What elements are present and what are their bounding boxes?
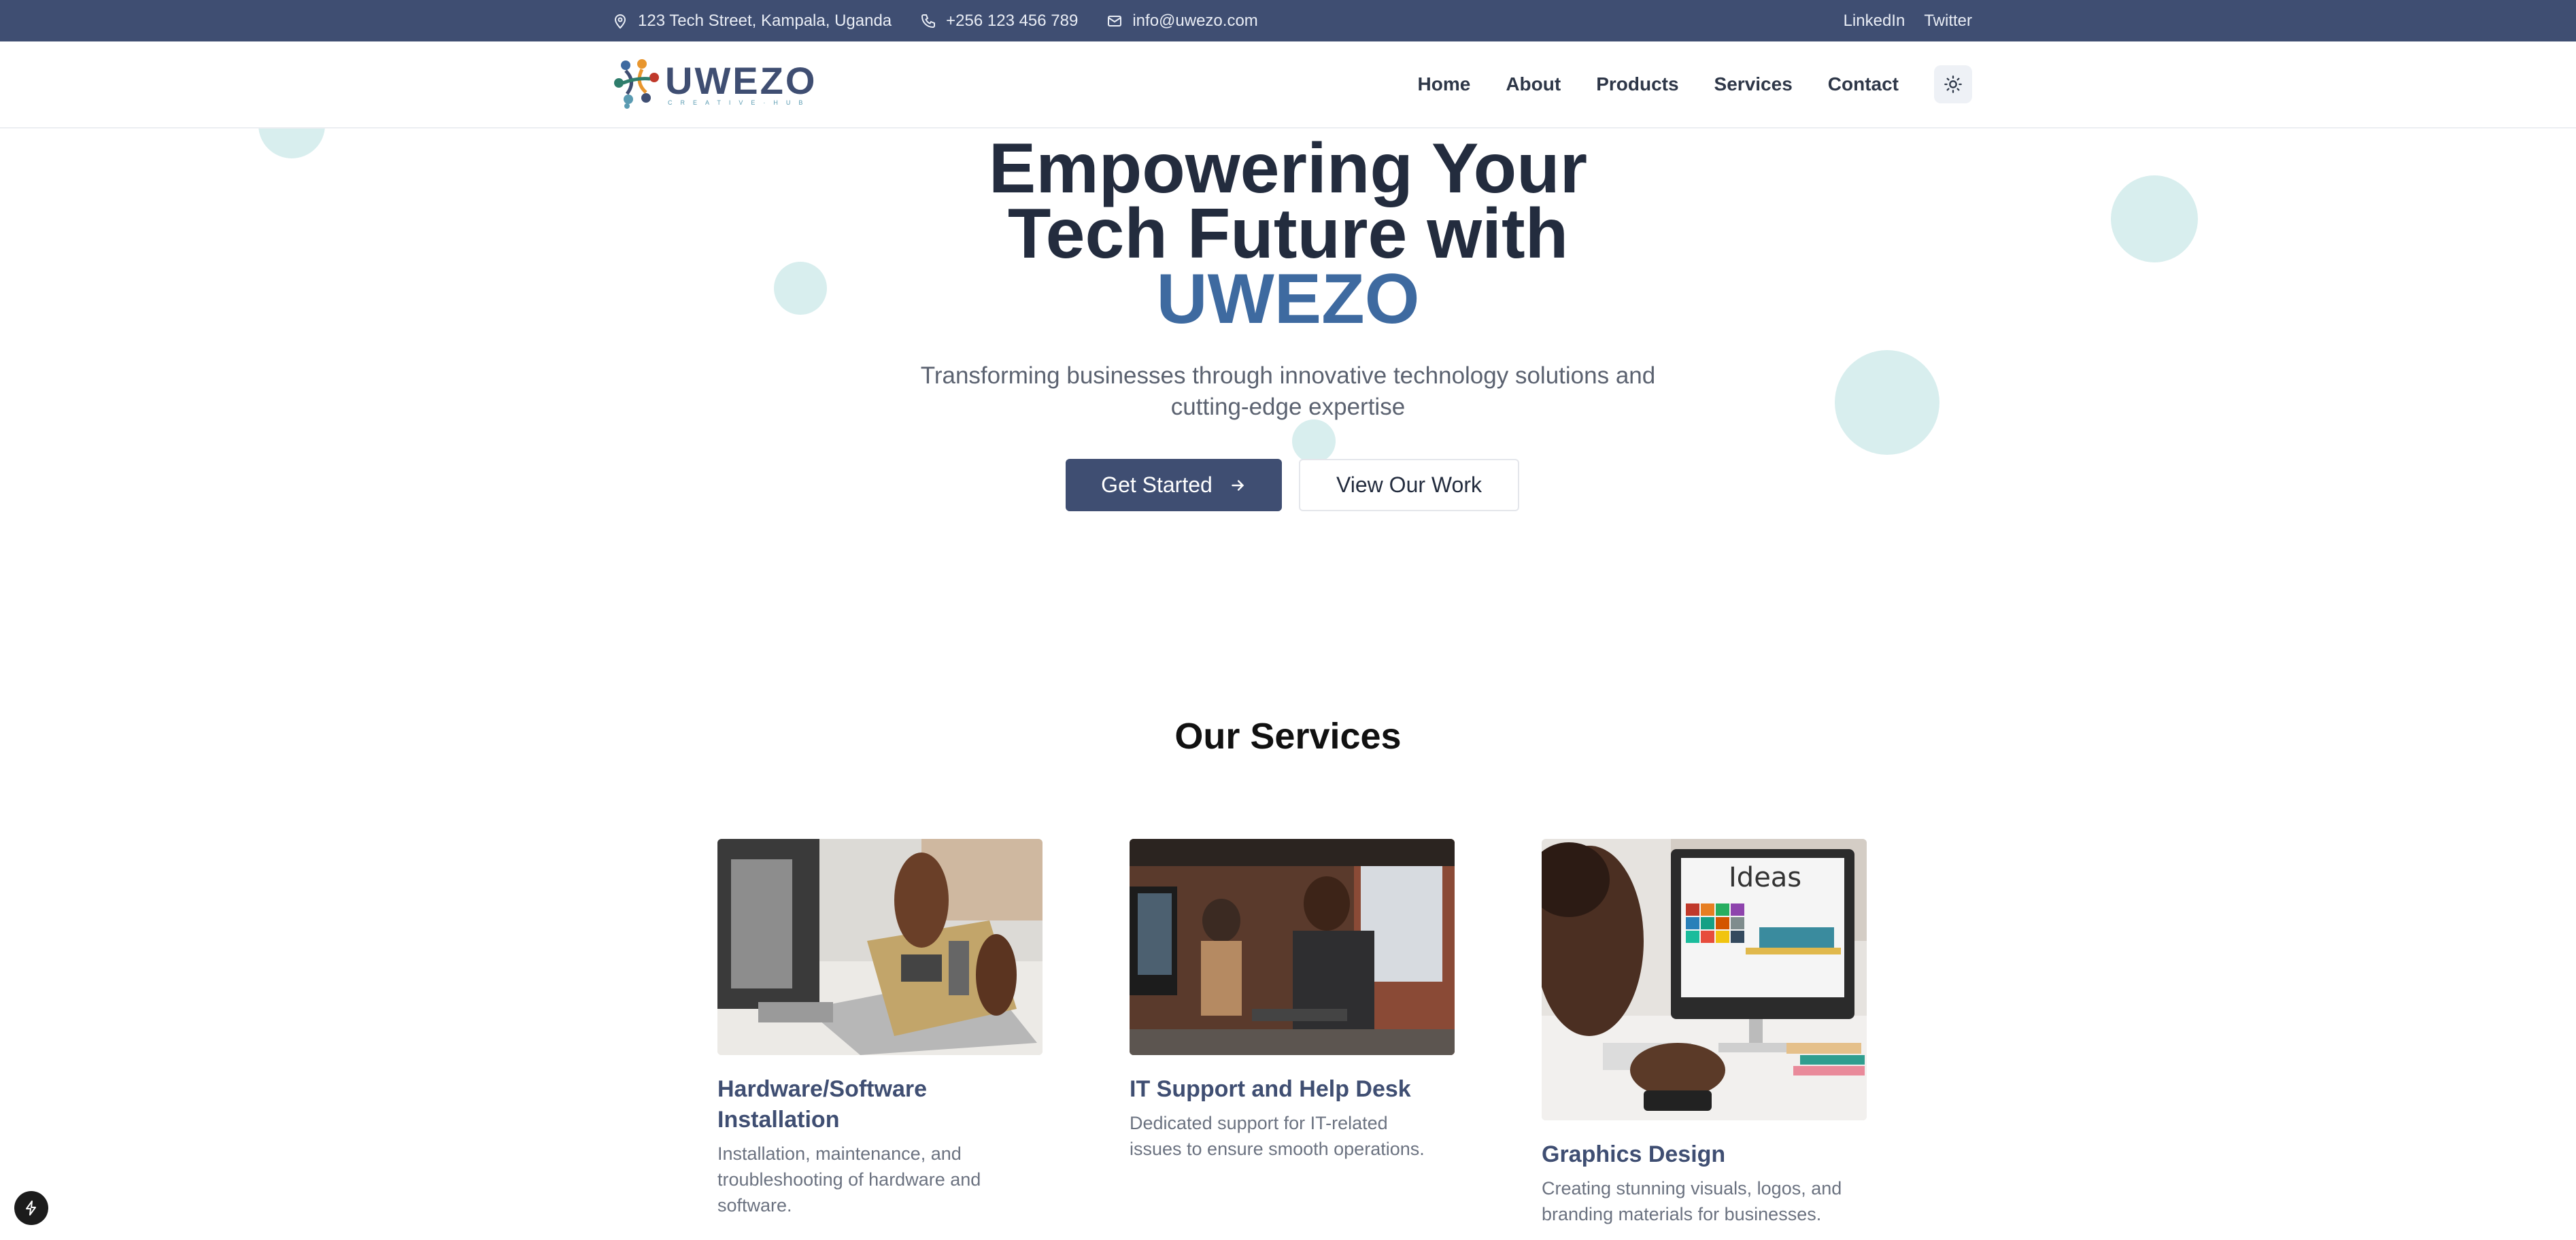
phone-info: +256 123 456 789 [920, 12, 1078, 31]
nav-item-about[interactable]: About [1506, 73, 1561, 95]
mail-icon [1108, 15, 1122, 27]
top-info-bar: 123 Tech Street, Kampala, Uganda +256 12… [0, 0, 2576, 41]
linkedin-link[interactable]: LinkedIn [1844, 12, 1905, 31]
hero-title-accent: UWEZO [1156, 260, 1420, 339]
address-text: 123 Tech Street, Kampala, Uganda [638, 11, 892, 30]
hero-subtitle: Transforming businesses through innovati… [880, 360, 1696, 423]
help-desk-photo [1130, 839, 1455, 1055]
address-info: 123 Tech Street, Kampala, Uganda [612, 12, 892, 31]
email-info: info@uwezo.com [1106, 11, 1258, 31]
decorative-circle [2111, 175, 2198, 262]
hardware-repair-photo [717, 839, 1043, 1055]
email-text: info@uwezo.com [1132, 11, 1258, 30]
brand-tagline: CREATIVE·HUB [668, 99, 811, 106]
hero-subtitle-line-1: Transforming businesses through innovati… [920, 362, 1656, 389]
brand-name: UWEZO [665, 59, 817, 102]
phone-icon [921, 14, 936, 28]
bolt-floating-button[interactable] [14, 1191, 48, 1225]
nav-menu: Home About Products Services Contact [1383, 65, 1972, 103]
service-desc-line: issues to ensure smooth operations. [1130, 1139, 1425, 1159]
hero-title: Empowering Your Tech Future with UWEZO [744, 129, 1832, 339]
arrow-right-icon [1232, 479, 1244, 491]
main-navbar: UWEZO CREATIVE·HUB Home About Products S… [0, 41, 2576, 128]
service-card-title: Graphics Design [1542, 1141, 1726, 1167]
hero-title-line-2: Tech Future with [1007, 194, 1569, 273]
service-card-description: Dedicated support for IT-related issues … [1130, 1110, 1455, 1162]
service-title-line: Hardware/Software [717, 1076, 927, 1102]
service-desc-line: branding materials for businesses. [1542, 1204, 1822, 1224]
uwezo-logo-icon [614, 59, 659, 109]
decorative-circle [1292, 419, 1336, 463]
services-section-title: Our Services [1174, 716, 1402, 757]
service-desc-line: software. [717, 1195, 792, 1216]
service-card-description: Creating stunning visuals, logos, and br… [1542, 1175, 1867, 1227]
nav-item-home[interactable]: Home [1418, 73, 1471, 95]
graphic-design-photo: Ideas [1542, 839, 1867, 1120]
service-card-description: Installation, maintenance, and troublesh… [717, 1141, 1043, 1218]
view-our-work-button[interactable]: View Our Work [1299, 459, 1519, 511]
get-started-label: Get Started [1101, 472, 1213, 497]
brand-logo[interactable]: UWEZO CREATIVE·HUB [612, 57, 817, 111]
service-card-title: IT Support and Help Desk [1130, 1076, 1411, 1102]
service-desc-line: troubleshooting of hardware and [717, 1169, 981, 1190]
sun-icon [1944, 75, 1962, 93]
service-desc-line: Creating stunning visuals, logos, and [1542, 1178, 1842, 1199]
hero-title-line-1: Empowering Your [988, 129, 1588, 208]
nav-item-services[interactable]: Services [1714, 73, 1793, 95]
service-title-line: Installation [717, 1107, 840, 1133]
map-pin-icon [614, 14, 626, 29]
decorative-circle [1835, 350, 1939, 455]
service-desc-line: Installation, maintenance, and [717, 1143, 962, 1164]
nav-item-products[interactable]: Products [1596, 73, 1678, 95]
service-card-title: Hardware/Software Installation [717, 1074, 1043, 1135]
nav-item-contact[interactable]: Contact [1828, 73, 1899, 95]
service-card-hardware[interactable]: Hardware/Software Installation Installat… [717, 839, 1043, 1218]
service-card-it-support[interactable]: IT Support and Help Desk Dedicated suppo… [1130, 839, 1455, 1162]
lightning-icon [26, 1201, 36, 1216]
phone-text: +256 123 456 789 [946, 11, 1079, 30]
theme-toggle-button[interactable] [1934, 65, 1972, 103]
hero-subtitle-line-2: cutting-edge expertise [1170, 394, 1406, 420]
twitter-link[interactable]: Twitter [1924, 12, 1972, 31]
service-card-graphics[interactable]: Ideas Graphics Design Creating stunning … [1542, 839, 1867, 1227]
ideas-screen-text: Ideas [1729, 862, 1801, 893]
get-started-button[interactable]: Get Started [1066, 459, 1282, 511]
service-desc-line: Dedicated support for IT-related [1130, 1113, 1388, 1133]
